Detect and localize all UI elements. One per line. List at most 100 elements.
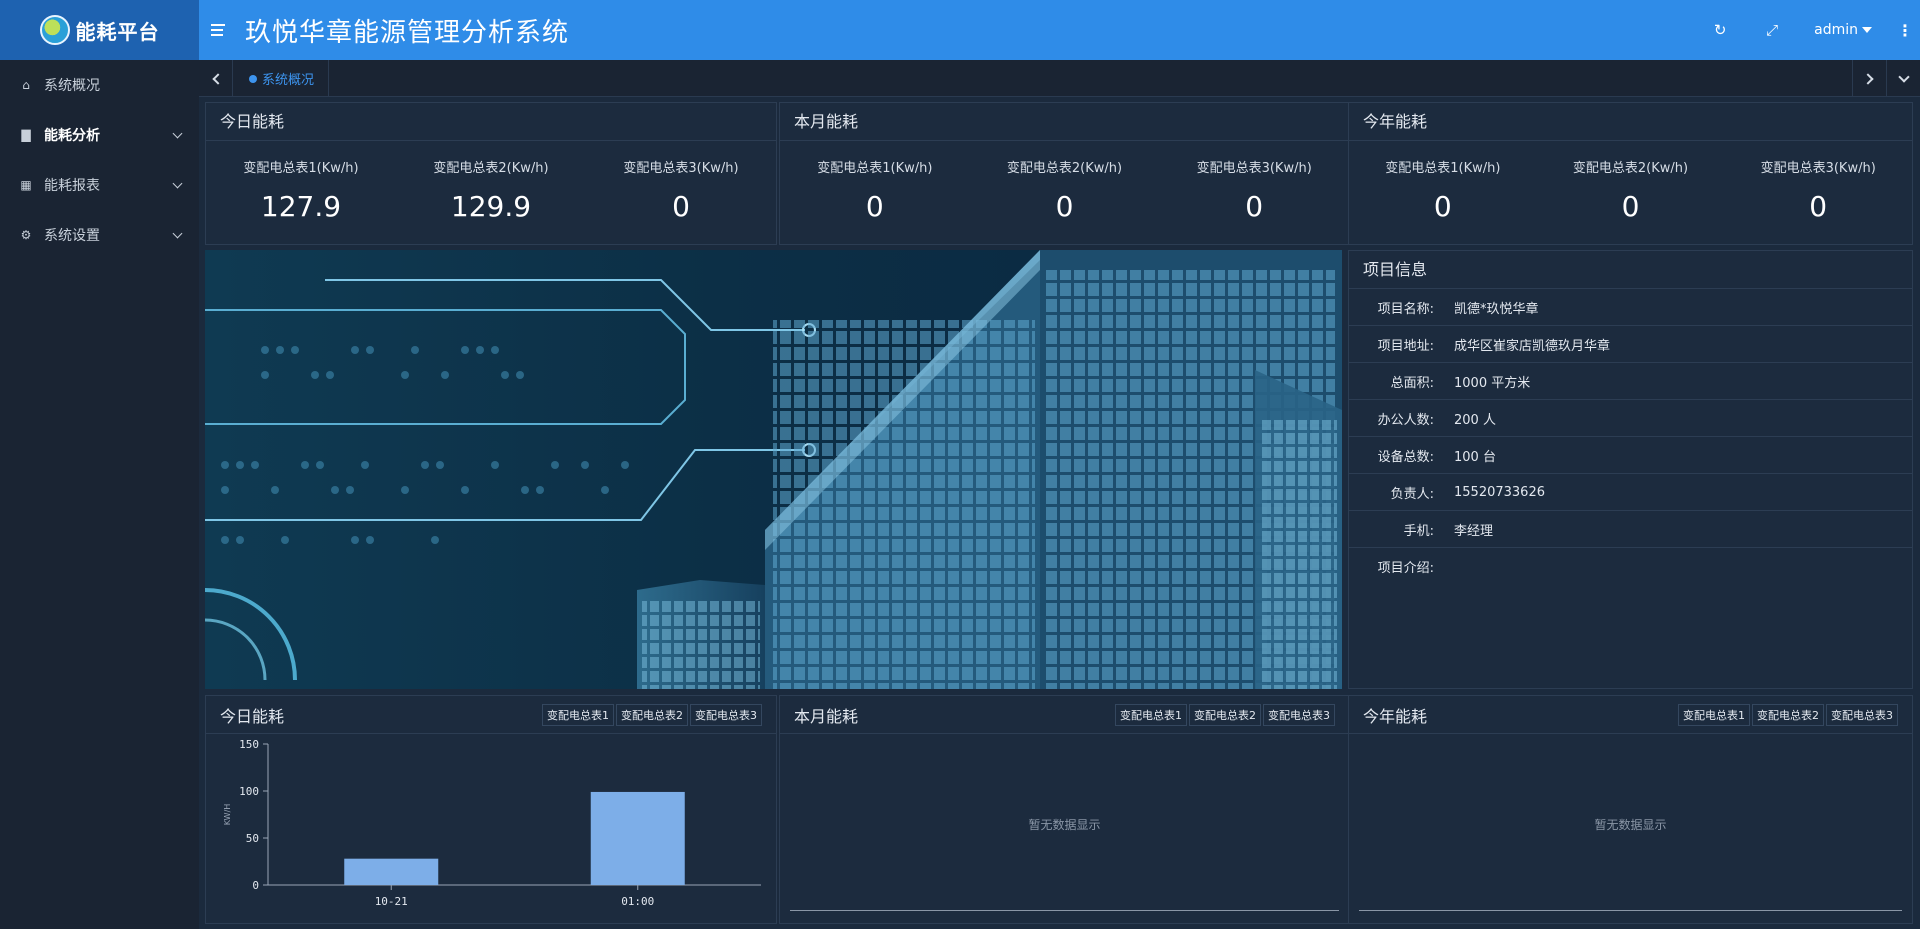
stat-value: 0 (1245, 190, 1264, 223)
meter-3-button[interactable]: 变配电总表3 (1263, 703, 1335, 726)
sidebar-item-label: 能耗报表 (44, 178, 100, 194)
info-key: 总面积: (1390, 375, 1434, 391)
stats-today-panel: 今日能耗 变配电总表1(Kw/h) 127.9 变配电总表2(Kw/h) 129… (205, 102, 777, 245)
stat-meter-2: 变配电总表2(Kw/h) 0 (1537, 157, 1725, 223)
sidebar-item-label: 系统概况 (44, 78, 100, 94)
stat-meter-3: 变配电总表3(Kw/h) 0 (1724, 157, 1912, 223)
table-icon: ▦ (20, 178, 32, 192)
stat-label: 变配电总表1(Kw/h) (1385, 161, 1501, 176)
meter-2-button[interactable]: 变配电总表2 (616, 703, 688, 726)
chart-title: 本月能耗 (794, 706, 859, 726)
stat-value: 0 (672, 190, 690, 223)
info-value: 成华区崔家店凯德玖月华章 (1454, 338, 1611, 354)
info-value: 15520733626 (1454, 484, 1545, 500)
y-tick-label: 150 (239, 738, 259, 751)
info-row-address: 项目地址: 成华区崔家店凯德玖月华章 (1349, 326, 1912, 363)
meter-1-button[interactable]: 变配电总表1 (1115, 703, 1187, 726)
stat-meter-3: 变配电总表3(Kw/h) 0 (586, 157, 776, 223)
fullscreen-icon[interactable]: ⤢ (1746, 21, 1798, 39)
chevron-down-icon (172, 228, 183, 239)
caret-down-icon (1862, 27, 1872, 33)
sidebar-item-label: 系统设置 (44, 228, 100, 244)
meter-1-button[interactable]: 变配电总表1 (1678, 703, 1750, 726)
stat-meter-2: 变配电总表2(Kw/h) 0 (970, 157, 1160, 223)
meter-3-button[interactable]: 变配电总表3 (1826, 703, 1898, 726)
info-key: 项目名称: (1377, 301, 1434, 317)
more-vertical-icon[interactable]: ⋮ (1890, 21, 1920, 40)
stat-label: 变配电总表2(Kw/h) (1006, 161, 1123, 176)
meter-1-button[interactable]: 变配电总表1 (542, 703, 614, 726)
panel-title: 今年能耗 (1349, 103, 1912, 141)
info-row-intro: 项目介绍: (1349, 548, 1912, 585)
banner-illustration (205, 250, 1342, 689)
stats-month-panel: 本月能耗 变配电总表1(Kw/h) 0 变配电总表2(Kw/h) 0 变配电总表… (779, 102, 1350, 245)
chevron-left-icon (211, 72, 224, 85)
info-value: 凯德*玖悦华章 (1454, 301, 1539, 317)
bar (590, 791, 685, 885)
project-info-panel: 项目信息 项目名称: 凯德*玖悦华章 项目地址: 成华区崔家店凯德玖月华章 总面积:… (1348, 250, 1913, 689)
stat-label: 变配电总表3(Kw/h) (623, 161, 739, 176)
panel-title: 今日能耗 (206, 103, 776, 141)
sidebar-item-energy-report[interactable]: ▦ 能耗报表 (0, 160, 199, 210)
info-key: 负责人: (1390, 486, 1434, 502)
info-row-name: 项目名称: 凯德*玖悦华章 (1349, 289, 1912, 326)
topbar-actions: ↻ ⤢ admin ⋮ (1694, 0, 1920, 60)
app-logo[interactable]: 能耗平台 (0, 0, 199, 60)
app-title: 玖悦华章能源管理分析系统 (245, 17, 570, 48)
user-menu[interactable]: admin (1814, 22, 1872, 38)
panel-title: 本月能耗 (780, 103, 1349, 141)
chart-axis-line (1359, 910, 1902, 911)
meter-3-button[interactable]: 变配电总表3 (690, 703, 762, 726)
chevron-down-icon (172, 128, 183, 139)
tabs-scroll-left-button[interactable] (199, 60, 233, 97)
today-energy-bar-chart: 0 50 100 150 KW/H 10-21 01:00 (223, 738, 761, 908)
stat-label: 变配电总表1(Kw/h) (817, 161, 933, 176)
y-tick-label: 0 (252, 879, 259, 892)
x-tick-label: 01:00 (621, 895, 654, 908)
tab-overview[interactable]: 系统概况 (235, 60, 330, 97)
building-banner-image (205, 250, 1342, 689)
stat-label: 变配电总表2(Kw/h) (433, 161, 549, 176)
info-value: 100 台 (1454, 449, 1496, 465)
logo-icon (39, 15, 70, 45)
stats-year-panel: 今年能耗 变配电总表1(Kw/h) 0 变配电总表2(Kw/h) 0 变配电总表… (1348, 102, 1913, 245)
chevron-right-icon (1861, 72, 1874, 85)
stat-label: 变配电总表3(Kw/h) (1760, 161, 1876, 176)
stat-meter-3: 变配电总表3(Kw/h) 0 (1159, 157, 1349, 223)
top-bar: 玖悦华章能源管理分析系统 ↻ ⤢ admin ⋮ (199, 0, 1920, 60)
sidebar-item-energy-analysis[interactable]: ▇ 能耗分析 (0, 110, 199, 160)
stat-value: 127.9 (260, 190, 342, 223)
info-key: 办公人数: (1377, 412, 1434, 428)
meter-2-button[interactable]: 变配电总表2 (1189, 703, 1261, 726)
chart-year-panel: 今年能耗 变配电总表1 变配电总表2 变配电总表3 暂无数据显示 (1348, 695, 1913, 924)
info-key: 项目介绍: (1377, 561, 1434, 576)
meter-button-group: 变配电总表1 变配电总表2 变配电总表3 (1678, 703, 1898, 726)
y-axis-label: KW/H (223, 804, 232, 826)
info-row-phone: 手机: 李经理 (1349, 511, 1912, 548)
tabs-scroll-right-button[interactable] (1852, 60, 1886, 97)
menu-icon[interactable] (211, 20, 231, 40)
info-value: 1000 平方米 (1454, 375, 1531, 391)
y-tick-label: 50 (246, 832, 259, 845)
info-row-owner: 负责人: 15520733626 (1349, 474, 1912, 511)
sidebar-item-overview[interactable]: ⌂ 系统概况 (0, 60, 199, 110)
stat-meter-2: 变配电总表2(Kw/h) 129.9 (396, 157, 586, 223)
sidebar-item-settings[interactable]: ⚙ 系统设置 (0, 210, 199, 260)
meter-button-group: 变配电总表1 变配电总表2 变配电总表3 (542, 703, 762, 726)
chart-axis-line (790, 910, 1339, 911)
bar-chart-icon: ▇ (21, 128, 31, 142)
sidebar: ⌂ 系统概况 ▇ 能耗分析 ▦ 能耗报表 ⚙ 系统设置 (0, 60, 199, 929)
stat-label: 变配电总表3(Kw/h) (1196, 161, 1312, 176)
stat-meter-1: 变配电总表1(Kw/h) 127.9 (206, 157, 396, 223)
info-key: 设备总数: (1377, 449, 1434, 465)
tabs-options-button[interactable] (1886, 60, 1920, 97)
chart-today-panel: 今日能耗 变配电总表1 变配电总表2 变配电总表3 0 50 100 150 KW/H 1… (205, 695, 777, 924)
info-key: 项目地址: (1377, 338, 1434, 354)
refresh-icon[interactable]: ↻ (1694, 21, 1746, 39)
chart-month-panel: 本月能耗 变配电总表1 变配电总表2 变配电总表3 暂无数据显示 (779, 695, 1350, 924)
sidebar-item-label: 能耗分析 (44, 128, 100, 144)
meter-2-button[interactable]: 变配电总表2 (1752, 703, 1824, 726)
stat-label: 变配电总表2(Kw/h) (1572, 161, 1689, 176)
chart-title: 今年能耗 (1363, 706, 1428, 726)
panel-title: 项目信息 (1349, 251, 1912, 289)
